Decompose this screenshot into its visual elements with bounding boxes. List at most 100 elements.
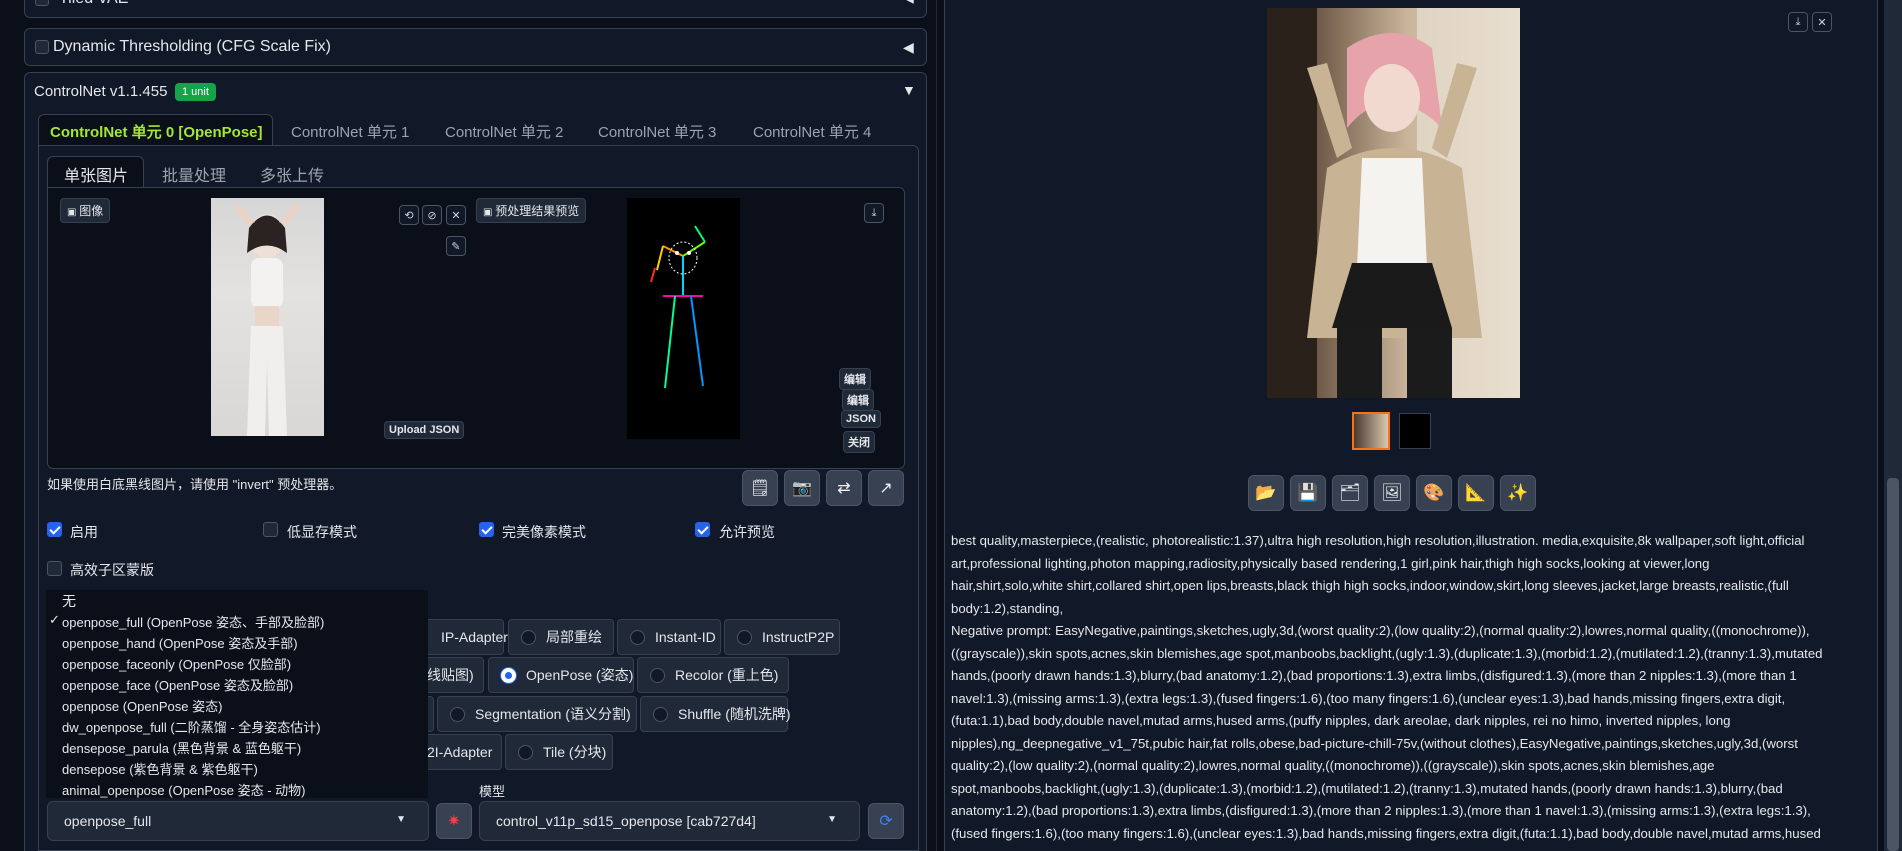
unit-count-badge: 1 unit: [175, 83, 216, 101]
tab-unit-2[interactable]: ControlNet 单元 2: [445, 121, 563, 142]
tab-unit-3[interactable]: ControlNet 单元 3: [598, 121, 716, 142]
ruler-icon[interactable]: 📐: [1458, 475, 1494, 511]
effective-region-checkbox[interactable]: [47, 561, 62, 576]
folder-icon[interactable]: 📂: [1248, 475, 1284, 511]
dropdown-option[interactable]: openpose (OpenPose 姿态): [62, 696, 222, 715]
radio-icon: [630, 629, 645, 645]
low-vram-checkbox[interactable]: [263, 522, 278, 537]
dropdown-option-none[interactable]: 无: [62, 591, 76, 611]
refresh-icon[interactable]: ⟳: [868, 803, 904, 839]
sparkle-icon[interactable]: ✨: [1500, 475, 1536, 511]
dropdown-option-selected[interactable]: openpose_full (OpenPose 姿态、手部及脸部): [62, 612, 324, 631]
control-type-label: Recolor (重上色): [675, 667, 779, 683]
controlnet-title: ControlNet v1.1.455: [34, 83, 168, 100]
control-type-label: Tile (分块): [543, 744, 607, 760]
thumbnail-selected[interactable]: [1352, 412, 1390, 450]
dynamic-thresholding-title: Dynamic Thresholding (CFG Scale Fix): [53, 38, 332, 55]
brush-icon[interactable]: ✎: [446, 236, 466, 256]
control-type-label: InstructP2P: [762, 629, 835, 645]
tiled-vae-checkbox[interactable]: [35, 0, 49, 6]
dropdown-option[interactable]: densepose_parula (黑色背景 & 蓝色躯干): [62, 738, 301, 757]
preprocessor-select[interactable]: openpose_full ▼: [47, 801, 429, 841]
control-type-shuffle[interactable]: Shuffle (随机洗牌): [640, 696, 791, 732]
dropdown-option[interactable]: densepose (紫色背景 & 紫色躯干): [62, 759, 258, 778]
control-type-label: Shuffle (随机洗牌): [678, 706, 791, 722]
image-icon: ▣: [483, 207, 496, 218]
dropdown-option[interactable]: dw_openpose_full (二阶蒸馏 - 全身姿态估计): [62, 717, 321, 736]
camera-icon[interactable]: 📷: [784, 470, 820, 506]
low-vram-label: 低显存模式: [287, 524, 357, 540]
control-type-label: Segmentation (语义分割): [475, 706, 631, 722]
edit-button-1[interactable]: 编辑: [839, 368, 871, 390]
control-type-segmentation[interactable]: Segmentation (语义分割): [437, 696, 637, 732]
archive-icon[interactable]: 🗂: [1332, 475, 1368, 511]
tiled-vae-title: Tiled VAE: [59, 0, 128, 8]
preprocessor-dropdown-list: 无 ✓ openpose_full (OpenPose 姿态、手部及脸部) op…: [46, 590, 428, 798]
dropdown-option[interactable]: openpose_face (OpenPose 姿态及脸部): [62, 675, 293, 694]
tab-unit-4[interactable]: ControlNet 单元 4: [753, 121, 871, 142]
rotate-icon[interactable]: ⟲: [399, 205, 419, 225]
control-type-instant-id[interactable]: Instant-ID: [617, 619, 721, 655]
control-type-openpose[interactable]: OpenPose (姿态): [488, 657, 634, 693]
dynamic-thresholding-accordion[interactable]: Dynamic Thresholding (CFG Scale Fix) ◀: [24, 28, 927, 66]
expand-arrow-icon[interactable]: ▼: [902, 82, 916, 98]
collapse-arrow-icon[interactable]: ◀: [903, 0, 914, 6]
swap-icon[interactable]: ⇄: [826, 470, 862, 506]
dynamic-thresholding-checkbox[interactable]: [35, 40, 49, 54]
pixel-perfect-checkbox[interactable]: [479, 522, 494, 537]
control-type-instruct-p2p[interactable]: InstructP2P: [724, 619, 840, 655]
close-icon[interactable]: ✕: [446, 205, 466, 225]
tab-single-image[interactable]: 单张图片: [64, 162, 128, 186]
caret-down-icon: ▼: [396, 814, 406, 825]
preprocessor-preview-label: ▣ 预处理结果预览: [476, 198, 587, 223]
control-type-label: OpenPose (姿态): [526, 667, 634, 683]
checkmark-icon: ✓: [49, 612, 60, 627]
radio-icon: [653, 706, 668, 722]
dropdown-option[interactable]: animal_openpose (OpenPose 姿态 - 动物): [62, 780, 306, 799]
effective-region-label: 高效子区蒙版: [70, 562, 154, 578]
enable-label: 启用: [70, 524, 98, 540]
allow-preview-checkbox[interactable]: [695, 522, 710, 537]
enable-checkbox[interactable]: [47, 522, 62, 537]
model-value: control_v11p_sd15_openpose [cab727d4]: [496, 813, 756, 829]
erase-icon[interactable]: ⊘: [422, 205, 442, 225]
tab-multi-upload[interactable]: 多张上传: [260, 162, 324, 186]
pose-preview-image[interactable]: [627, 198, 740, 439]
upload-json-button[interactable]: Upload JSON: [384, 421, 465, 439]
invert-hint: 如果使用白底黑线图片，请使用 "invert" 预处理器。: [47, 477, 343, 492]
radio-icon: [737, 629, 752, 645]
tab-unit-0[interactable]: ControlNet 单元 0 [OpenPose]: [50, 121, 263, 142]
tab-unit-1[interactable]: ControlNet 单元 1: [291, 121, 409, 142]
model-select[interactable]: control_v11p_sd15_openpose [cab727d4] ▼: [479, 801, 860, 841]
image-icon[interactable]: 🖼: [1374, 475, 1410, 511]
send-icon[interactable]: ↗: [868, 470, 904, 506]
json-button[interactable]: JSON: [841, 410, 881, 428]
source-image[interactable]: [211, 198, 324, 436]
document-icon[interactable]: 🗒: [742, 470, 778, 506]
download-icon[interactable]: ⤓: [864, 203, 884, 223]
download-icon[interactable]: ⤓: [1788, 12, 1808, 32]
positive-prompt: best quality,masterpiece,(realistic, pho…: [951, 533, 1805, 616]
scrollbar-thumb[interactable]: [1887, 478, 1899, 851]
dropdown-option[interactable]: openpose_hand (OpenPose 姿态及手部): [62, 633, 298, 652]
control-type-label: 线贴图): [427, 667, 474, 683]
control-type-recolor[interactable]: Recolor (重上色): [637, 657, 789, 693]
collapse-arrow-icon[interactable]: ◀: [903, 39, 914, 56]
control-type-inpaint[interactable]: 局部重绘: [508, 619, 614, 655]
close-icon[interactable]: ✕: [1812, 12, 1832, 32]
edit-button-2[interactable]: 编辑: [842, 389, 874, 411]
thumbnail-pose[interactable]: [1399, 413, 1431, 449]
close-button[interactable]: 关闭: [843, 431, 875, 453]
palette-icon[interactable]: 🎨: [1416, 475, 1452, 511]
run-preprocessor-icon[interactable]: ✷: [436, 803, 472, 839]
generated-image[interactable]: [1267, 8, 1520, 398]
tiled-vae-accordion[interactable]: Tiled VAE ◀: [24, 0, 927, 18]
save-icon[interactable]: 💾: [1290, 475, 1326, 511]
pixel-perfect-label: 完美像素模式: [502, 524, 586, 540]
control-type-label: IP-Adapter: [441, 629, 508, 645]
radio-icon: [521, 629, 536, 645]
control-type-tile[interactable]: Tile (分块): [505, 734, 613, 770]
dropdown-option[interactable]: openpose_faceonly (OpenPose 仅脸部): [62, 654, 291, 673]
tab-batch[interactable]: 批量处理: [162, 162, 226, 186]
allow-preview-label: 允许预览: [719, 524, 775, 540]
